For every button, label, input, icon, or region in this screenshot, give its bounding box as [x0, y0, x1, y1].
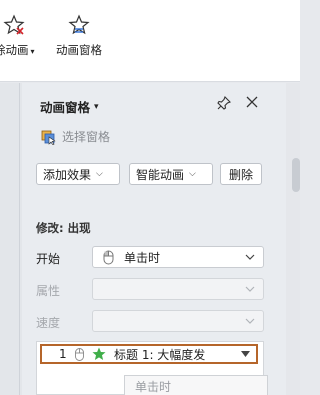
animation-pane: 动画窗格 ▾ 选择窗格 添加效果 ⌵ 智能动画 ⌵ 删除 修改: 出现 开始 单…: [22, 83, 286, 395]
smart-animation-button[interactable]: 智能动画 ⌵: [129, 163, 213, 185]
animation-name: 标题 1: 大幅度发: [114, 347, 206, 362]
property-label: 属性: [36, 284, 61, 298]
left-divider: [19, 83, 20, 395]
remove-animation-button[interactable]: 除动画▾: [0, 14, 35, 58]
delete-label: 删除: [228, 167, 253, 182]
property-select[interactable]: [92, 278, 264, 300]
chevron-down-icon: ▾: [30, 47, 35, 56]
pin-icon[interactable]: [216, 95, 232, 111]
tooltip: 单击时: [124, 375, 268, 395]
start-label: 开始: [36, 252, 61, 266]
ribbon-toolbar: 除动画▾ 动画窗格: [0, 0, 300, 82]
speed-label: 速度: [36, 316, 61, 330]
chevron-down-icon: [245, 254, 255, 260]
animation-pane-icon: [68, 14, 90, 35]
animation-list-item[interactable]: 1 标题 1: 大幅度发: [40, 344, 258, 364]
chevron-down-icon: [245, 286, 255, 292]
pane-title: 动画窗格: [40, 100, 91, 115]
scrollbar-thumb[interactable]: [292, 158, 300, 192]
delete-button[interactable]: 删除: [220, 163, 262, 185]
select-pane-icon: [41, 130, 56, 145]
star-remove-icon: [3, 14, 25, 35]
chevron-down-icon: [245, 318, 255, 324]
star-icon: [92, 347, 106, 360]
animation-index: 1: [59, 347, 67, 361]
speed-select[interactable]: [92, 310, 264, 332]
remove-animation-label: 除动画: [0, 43, 29, 57]
mouse-icon: [75, 347, 84, 361]
chevron-down-icon: ⌵: [189, 169, 196, 179]
chevron-down-icon: ⌵: [96, 169, 103, 179]
add-effect-label: 添加效果: [43, 167, 92, 182]
pane-title-dropdown[interactable]: 动画窗格 ▾: [40, 97, 99, 116]
animation-pane-button[interactable]: 动画窗格: [56, 14, 102, 58]
right-strip: [286, 83, 300, 395]
select-pane-label: 选择窗格: [62, 130, 111, 144]
animation-pane-label: 动画窗格: [56, 43, 102, 57]
dropdown-triangle-icon[interactable]: [241, 351, 250, 358]
mouse-icon: [103, 250, 114, 264]
start-select[interactable]: 单击时: [92, 246, 264, 268]
chevron-down-icon: ▾: [94, 101, 99, 112]
smart-animation-label: 智能动画: [136, 167, 185, 182]
modify-heading: 修改: 出现: [36, 221, 91, 235]
add-effect-button[interactable]: 添加效果 ⌵: [36, 163, 120, 185]
start-value: 单击时: [124, 250, 161, 265]
close-icon[interactable]: [244, 94, 260, 110]
select-pane-link[interactable]: 选择窗格: [40, 128, 110, 145]
